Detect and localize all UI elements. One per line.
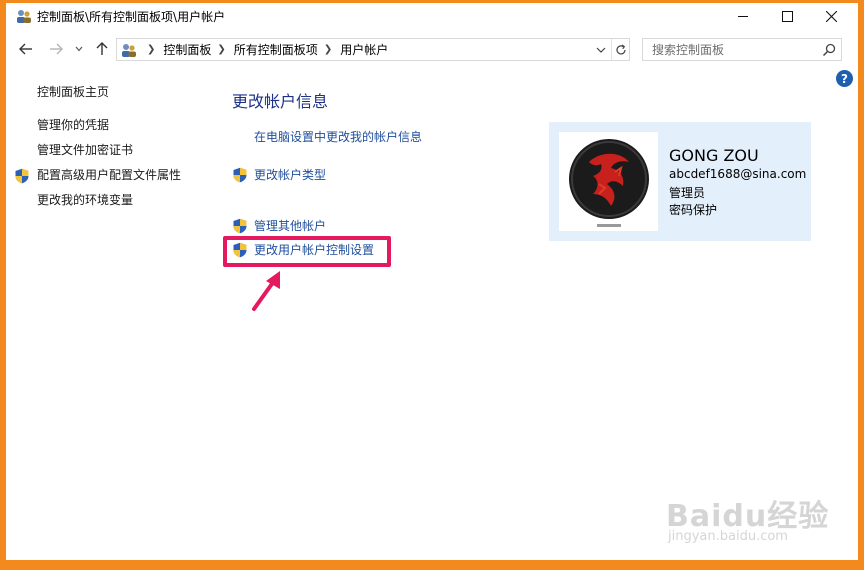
help-icon[interactable]: ? xyxy=(836,70,853,87)
baidu-watermark: Baidu经验 jingyan.baidu.com xyxy=(666,491,830,551)
account-role: 管理员 xyxy=(669,186,706,200)
uac-shield-icon xyxy=(233,218,247,234)
uac-settings-link[interactable]: 更改用户帐户控制设置 xyxy=(233,242,375,259)
refresh-icon xyxy=(615,44,626,54)
arrow-right-icon xyxy=(50,43,63,55)
close-button[interactable] xyxy=(808,3,854,29)
manage-other-accounts-link[interactable]: 管理其他帐户 xyxy=(233,218,327,235)
dragon-avatar-icon xyxy=(569,139,649,227)
breadcrumb-user-accounts[interactable]: 用户帐户 xyxy=(340,41,388,58)
breadcrumb-all-items[interactable]: 所有控制面板项 xyxy=(234,41,318,58)
back-button[interactable] xyxy=(16,37,36,61)
chevron-right-icon[interactable]: ❯ xyxy=(324,44,332,55)
left-nav-label: 更改我的环境变量 xyxy=(37,193,134,207)
watermark-logo: Baidu经验 xyxy=(666,499,830,534)
address-bar[interactable]: ❯ 控制面板 ❯ 所有控制面板项 ❯ 用户帐户 xyxy=(116,38,630,61)
uac-shield-icon xyxy=(15,168,29,184)
control-panel-window: 控制面板\所有控制面板项\用户帐户 ❯ 控制面板 ❯ 所有控制面板项 ❯ 用户帐… xyxy=(6,3,858,560)
left-nav-label: 管理文件加密证书 xyxy=(37,143,134,157)
watermark-url: jingyan.baidu.com xyxy=(668,529,788,544)
breadcrumb: ❯ 控制面板 ❯ 所有控制面板项 ❯ 用户帐户 xyxy=(141,39,388,60)
refresh-button[interactable] xyxy=(611,39,629,60)
uac-settings-label: 更改用户帐户控制设置 xyxy=(254,243,375,257)
maximize-button[interactable] xyxy=(764,3,810,29)
account-name: GONG ZOU xyxy=(669,146,759,165)
recent-locations-button[interactable] xyxy=(72,37,86,61)
left-task-pane: 管理你的凭据 管理文件加密证书 配置高级用户配置文件属性 更改我的环境变量 xyxy=(14,117,214,217)
account-email: abcdef1688@sina.com xyxy=(669,167,807,181)
address-history-button[interactable] xyxy=(593,39,609,60)
advanced-profile-properties-link[interactable]: 配置高级用户配置文件属性 xyxy=(14,167,214,192)
left-nav-label: 管理你的凭据 xyxy=(37,118,110,132)
chevron-right-icon[interactable]: ❯ xyxy=(217,44,225,55)
navigation-bar: ❯ 控制面板 ❯ 所有控制面板项 ❯ 用户帐户 xyxy=(6,37,858,63)
minimize-icon xyxy=(737,15,748,17)
search-box[interactable] xyxy=(642,38,842,61)
forward-button[interactable] xyxy=(46,37,66,61)
maximize-icon xyxy=(781,10,793,22)
chevron-down-icon xyxy=(596,47,606,53)
uac-shield-icon xyxy=(233,242,247,258)
uac-shield-icon xyxy=(233,167,247,183)
pc-settings-label: 在电脑设置中更改我的帐户信息 xyxy=(254,130,423,144)
search-icon[interactable] xyxy=(821,42,837,58)
change-account-type-link[interactable]: 更改帐户类型 xyxy=(233,167,327,184)
chevron-down-icon xyxy=(75,46,83,52)
minimize-button[interactable] xyxy=(720,3,766,29)
title-bar: 控制面板\所有控制面板项\用户帐户 xyxy=(6,3,858,29)
annotation-arrow-icon xyxy=(252,271,280,311)
change-account-type-label: 更改帐户类型 xyxy=(254,168,327,182)
close-icon xyxy=(825,10,837,22)
search-input[interactable] xyxy=(643,39,819,60)
avatar[interactable] xyxy=(559,132,658,231)
manage-encryption-certificates-link[interactable]: 管理文件加密证书 xyxy=(14,142,214,167)
arrow-left-icon xyxy=(19,43,32,55)
account-card: GONG ZOU abcdef1688@sina.com 管理员 密码保护 xyxy=(549,122,811,241)
page-title: 更改帐户信息 xyxy=(232,92,329,111)
up-button[interactable] xyxy=(92,37,112,61)
manage-other-accounts-label: 管理其他帐户 xyxy=(254,219,327,233)
control-panel-home-link[interactable]: 控制面板主页 xyxy=(37,83,109,100)
left-nav-label: 配置高级用户配置文件属性 xyxy=(37,168,182,182)
arrow-up-icon xyxy=(96,42,108,55)
chevron-right-icon: ❯ xyxy=(147,44,156,55)
window-title: 控制面板\所有控制面板项\用户帐户 xyxy=(37,10,226,24)
help-label: ? xyxy=(841,71,848,86)
pc-settings-link[interactable]: 在电脑设置中更改我的帐户信息 xyxy=(254,129,422,146)
breadcrumb-control-panel[interactable]: 控制面板 xyxy=(163,41,211,58)
users-icon xyxy=(17,10,31,23)
account-password-status: 密码保护 xyxy=(669,203,718,217)
manage-credentials-link[interactable]: 管理你的凭据 xyxy=(14,117,214,142)
users-icon xyxy=(122,44,136,57)
environment-variables-link[interactable]: 更改我的环境变量 xyxy=(14,192,214,217)
